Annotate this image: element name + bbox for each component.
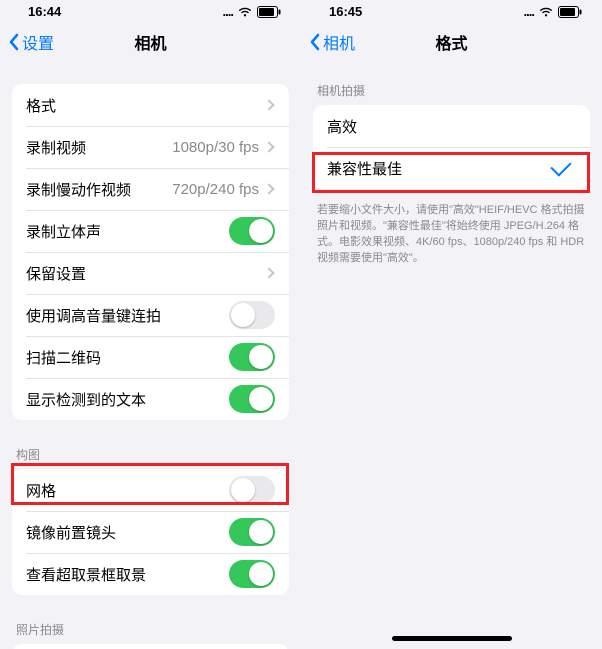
- row-show-text[interactable]: 显示检测到的文本: [12, 378, 289, 420]
- row-formats[interactable]: 格式: [12, 84, 289, 126]
- row-volume-burst[interactable]: 使用调高音量键连拍: [12, 294, 289, 336]
- row-label: 录制慢动作视频: [26, 179, 172, 200]
- chevron-right-icon: [263, 99, 274, 110]
- nav-bar: 设置 相机: [0, 20, 301, 64]
- row-label: 格式: [26, 95, 265, 116]
- row-label: 扫描二维码: [26, 347, 229, 368]
- nav-bar: 相机 格式: [301, 20, 602, 64]
- status-bar: 16:45 ....: [301, 0, 602, 20]
- row-stereo[interactable]: 录制立体声: [12, 210, 289, 252]
- row-record-slomo[interactable]: 录制慢动作视频 720p/240 fps: [12, 168, 289, 210]
- row-label: 兼容性最佳: [327, 158, 552, 179]
- battery-icon: [257, 6, 281, 18]
- switch-show-text[interactable]: [229, 385, 275, 413]
- switch-view-outside-frame[interactable]: [229, 560, 275, 588]
- camera-settings-group-1: 格式 录制视频 1080p/30 fps 录制慢动作视频 720p/240 fp…: [12, 84, 289, 420]
- switch-stereo[interactable]: [229, 217, 275, 245]
- row-label: 显示检测到的文本: [26, 389, 229, 410]
- row-detail: 720p/240 fps: [172, 181, 259, 198]
- chevron-left-icon: [309, 33, 321, 51]
- photo-capture-group: 摄影风格: [12, 644, 289, 649]
- row-label: 镜像前置镜头: [26, 522, 229, 543]
- composition-group: 网格 镜像前置镜头 查看超取景框取景: [12, 469, 289, 595]
- row-mirror-front[interactable]: 镜像前置镜头: [12, 511, 289, 553]
- format-group: 高效 兼容性最佳: [313, 105, 590, 189]
- row-scan-qr[interactable]: 扫描二维码: [12, 336, 289, 378]
- row-label: 录制立体声: [26, 221, 229, 242]
- switch-volume-burst[interactable]: [229, 301, 275, 329]
- row-photo-style[interactable]: 摄影风格: [12, 644, 289, 649]
- row-grid[interactable]: 网格: [12, 469, 289, 511]
- chevron-right-icon: [263, 183, 274, 194]
- footer-format: 若要缩小文件大小，请使用"高效"HEIF/HEVC 格式拍摄照片和视频。"兼容性…: [301, 197, 602, 271]
- checkmark-icon: [550, 155, 571, 176]
- row-label: 查看超取景框取景: [26, 564, 229, 585]
- cellular-icon: ....: [524, 4, 534, 19]
- row-detail: 1080p/30 fps: [172, 139, 259, 156]
- row-most-compatible[interactable]: 兼容性最佳: [313, 147, 590, 189]
- row-label: 使用调高音量键连拍: [26, 305, 229, 326]
- section-header-photo: 照片拍摄: [0, 603, 301, 644]
- back-label: 设置: [22, 30, 54, 54]
- status-bar: 16:44 ....: [0, 0, 301, 20]
- status-time: 16:45: [329, 4, 362, 19]
- row-record-video[interactable]: 录制视频 1080p/30 fps: [12, 126, 289, 168]
- switch-scan-qr[interactable]: [229, 343, 275, 371]
- row-label: 高效: [327, 116, 576, 137]
- status-right: ....: [223, 4, 281, 19]
- phone-camera-settings: 16:44 .... 设置 相机 格式 录制视频 1080p/30 fps 录制: [0, 0, 301, 649]
- chevron-left-icon: [8, 33, 20, 51]
- switch-grid[interactable]: [229, 476, 275, 504]
- row-view-outside-frame[interactable]: 查看超取景框取景: [12, 553, 289, 595]
- phone-formats-settings: 16:45 .... 相机 格式 相机拍摄 高效 兼容性最佳 若要缩小文件大小，…: [301, 0, 602, 649]
- battery-icon: [558, 6, 582, 18]
- wifi-icon: [538, 6, 554, 18]
- back-button[interactable]: 设置: [0, 30, 54, 54]
- chevron-right-icon: [263, 141, 274, 152]
- status-time: 16:44: [28, 4, 61, 19]
- row-label: 网格: [26, 480, 229, 501]
- section-header-capture: 相机拍摄: [301, 64, 602, 105]
- switch-mirror-front[interactable]: [229, 518, 275, 546]
- cellular-icon: ....: [223, 4, 233, 19]
- row-high-efficiency[interactable]: 高效: [313, 105, 590, 147]
- back-button[interactable]: 相机: [301, 30, 355, 54]
- row-label: 保留设置: [26, 263, 265, 284]
- wifi-icon: [237, 6, 253, 18]
- back-label: 相机: [323, 30, 355, 54]
- status-right: ....: [524, 4, 582, 19]
- section-header-composition: 构图: [0, 428, 301, 469]
- chevron-right-icon: [263, 267, 274, 278]
- row-preserve[interactable]: 保留设置: [12, 252, 289, 294]
- home-indicator[interactable]: [392, 636, 512, 641]
- row-label: 录制视频: [26, 137, 172, 158]
